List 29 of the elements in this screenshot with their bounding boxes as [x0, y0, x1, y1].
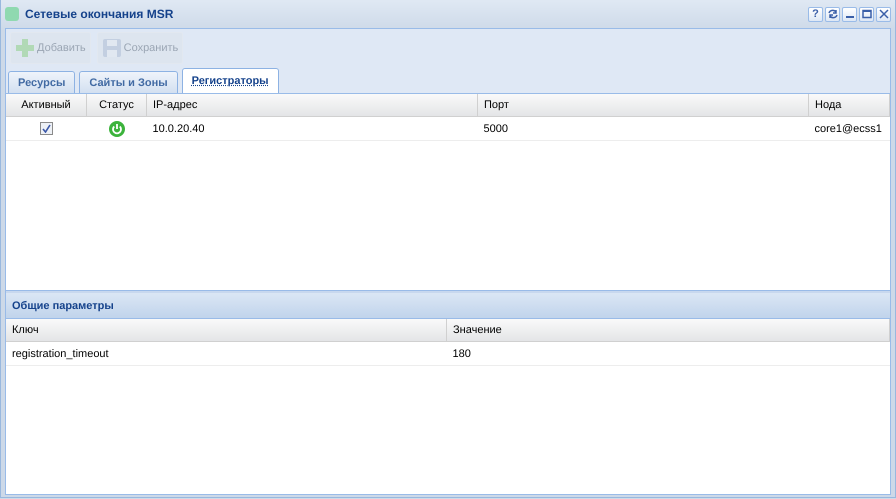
- column-header[interactable]: Ключ: [6, 319, 446, 342]
- column-header[interactable]: IP-адрес: [146, 94, 478, 116]
- table-cell: registration_timeout: [12, 348, 109, 360]
- maximize-icon: [862, 9, 872, 19]
- close-icon: [878, 9, 888, 19]
- tab[interactable]: Сайты и Зоны: [79, 71, 178, 93]
- panel-title: Общие параметры: [12, 300, 114, 312]
- table-cell: core1@ecss1: [814, 122, 882, 134]
- tab[interactable]: Ресурсы: [8, 71, 76, 93]
- column-header[interactable]: Значение: [446, 319, 890, 342]
- plus-icon: [15, 38, 35, 58]
- tab[interactable]: Регистраторы: [182, 68, 279, 93]
- refresh-button[interactable]: [825, 6, 840, 22]
- refresh-icon: [828, 9, 838, 19]
- table-cell: 180: [452, 348, 471, 360]
- maximize-button[interactable]: [859, 6, 874, 22]
- app-icon: [5, 7, 19, 21]
- minimize-icon: [846, 16, 854, 18]
- help-button[interactable]: ?: [808, 6, 823, 22]
- checkbox[interactable]: [40, 122, 53, 135]
- table-cell: 5000: [484, 122, 508, 134]
- column-header[interactable]: Статус: [86, 94, 146, 116]
- column-header[interactable]: Порт: [478, 94, 808, 116]
- minimize-button[interactable]: [842, 6, 857, 22]
- window-title: Сетевые окончания MSR: [25, 7, 174, 21]
- table-cell: 10.0.20.40: [152, 122, 204, 134]
- close-button[interactable]: [876, 6, 891, 22]
- column-header[interactable]: Нода: [808, 94, 890, 116]
- column-header[interactable]: Активный: [6, 94, 86, 116]
